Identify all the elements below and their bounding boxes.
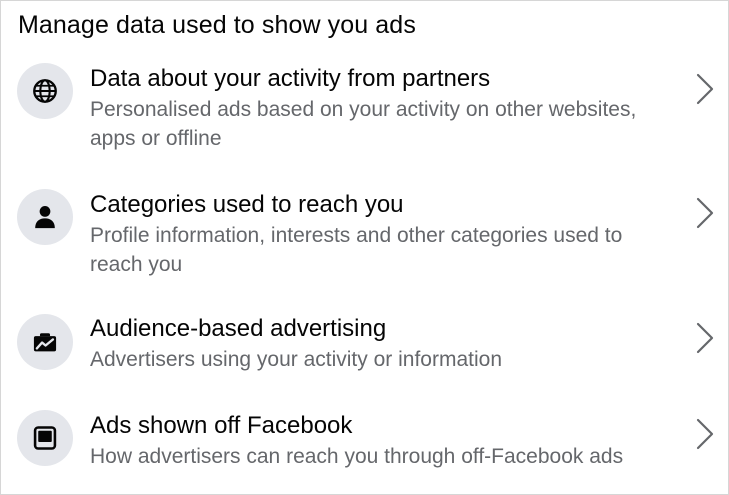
menu-item-ads-off-facebook[interactable]: Ads shown off Facebook How advertisers c… [1,406,728,478]
briefcase-chart-icon [33,333,57,352]
chevron-right-icon [691,72,717,106]
item-title: Ads shown off Facebook [90,412,353,439]
item-icon-container [17,63,73,119]
device-icon [33,426,57,450]
menu-item-activity-from-partners[interactable]: Data about your activity from partners P… [1,59,728,161]
ads-data-settings-panel: Manage data used to show you ads Data ab… [0,0,729,495]
section-title: Manage data used to show you ads [18,11,416,39]
item-icon-container [17,189,73,245]
globe-icon [33,79,57,103]
item-description: Profile information, interests and other… [90,224,623,276]
person-icon [35,206,55,229]
item-description: How advertisers can reach you through of… [90,445,624,468]
item-title: Audience-based advertising [90,315,387,342]
item-icon-container [17,410,73,466]
menu-item-categories[interactable]: Categories used to reach you Profile inf… [1,185,728,285]
chevron-right-icon [691,321,717,355]
item-description: Advertisers using your activity or infor… [90,348,502,371]
chevron-right-icon [691,196,717,230]
item-title: Categories used to reach you [90,191,404,218]
item-title: Data about your activity from partners [90,65,491,92]
chevron-right-icon [691,417,717,451]
item-description: Personalised ads based on your activity … [90,98,637,150]
item-icon-container [17,314,73,370]
menu-item-audience-based-advertising[interactable]: Audience-based advertising Advertisers u… [1,309,728,379]
